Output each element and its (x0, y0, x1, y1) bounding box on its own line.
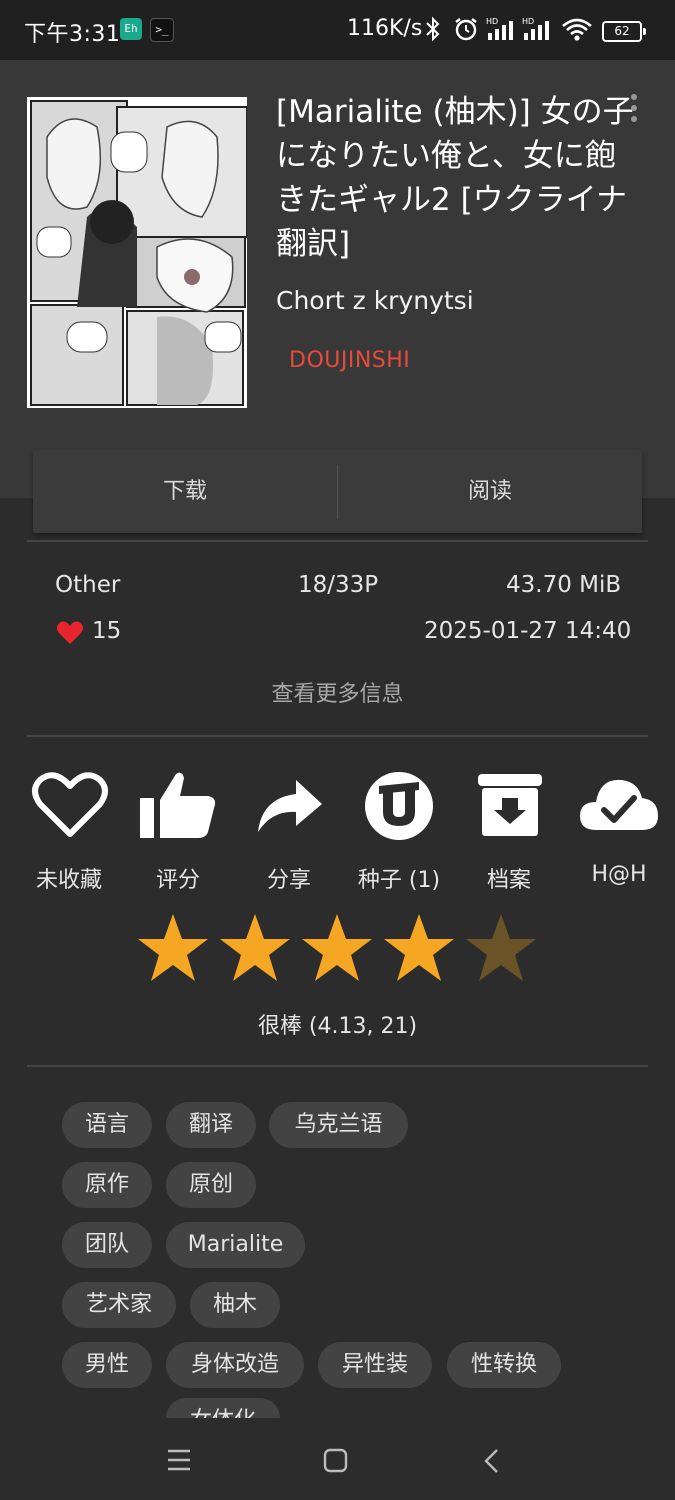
favorite-count: 15 (92, 618, 122, 644)
posted-date: 2025-01-27 14:40 (424, 618, 632, 644)
signal-1-icon: HD (486, 17, 513, 40)
svg-text:HD: HD (522, 17, 534, 26)
status-bar: 下午3:31 Eh >_ 116K/s HD HD 62 (0, 0, 675, 60)
tag-chip[interactable]: 柚木 (190, 1282, 280, 1328)
battery-indicator: 62 (602, 21, 646, 42)
archive-icon[interactable] (470, 770, 550, 840)
network-speed: 116K/s (347, 16, 423, 41)
tag-chip[interactable]: Marialite (166, 1222, 305, 1268)
tag-chip[interactable]: 女体化 (166, 1398, 280, 1418)
more-info-link[interactable]: 查看更多信息 (0, 676, 675, 708)
thumbs-up-icon[interactable] (138, 770, 218, 840)
heart-filled-icon (56, 621, 84, 644)
hath-label[interactable]: H@H (559, 862, 675, 887)
alarm-icon (455, 18, 477, 41)
gallery-cover-thumbnail[interactable] (27, 97, 247, 408)
wifi-icon (562, 18, 592, 41)
archive-label[interactable]: 档案 (449, 862, 569, 894)
star-filled-icon (220, 914, 290, 981)
divider (27, 735, 648, 737)
tag-namespace-parody[interactable]: 原作 (62, 1162, 152, 1208)
more-options-icon[interactable] (624, 94, 644, 130)
favorite-label[interactable]: 未收藏 (9, 862, 129, 894)
rate-label[interactable]: 评分 (118, 862, 238, 894)
language-value: Other (55, 572, 121, 598)
gallery-header: [Marialite (柚木)] 女の子になりたい俺と、女に飽きたギャル2 [ウ… (0, 60, 675, 498)
tag-chip[interactable]: 性转换 (447, 1342, 561, 1388)
share-arrow-icon[interactable] (252, 770, 332, 840)
star-filled-icon (138, 914, 208, 981)
home-icon[interactable] (323, 1448, 349, 1474)
signal-2-icon: HD (522, 17, 549, 40)
rating-text: 很棒 (4.13, 21) (257, 1014, 418, 1039)
ehviewer-notification-icon: Eh (120, 18, 142, 40)
uploader-name[interactable]: Chort z krynytsi (276, 286, 474, 315)
share-label[interactable]: 分享 (229, 862, 349, 894)
read-button[interactable]: 阅读 (338, 450, 642, 533)
divider (27, 1065, 648, 1067)
tag-namespace-male[interactable]: 男性 (62, 1342, 152, 1388)
heart-outline-icon[interactable] (30, 770, 110, 840)
back-icon[interactable] (482, 1448, 502, 1474)
pages-value: 18/33P (298, 572, 379, 598)
tag-chip[interactable]: 原创 (166, 1162, 256, 1208)
tag-namespace-language[interactable]: 语言 (62, 1102, 152, 1148)
status-time: 下午3:31 (24, 22, 121, 47)
tag-chip[interactable]: 乌克兰语 (269, 1102, 408, 1148)
navigation-bar (0, 1420, 675, 1500)
tag-namespace-artist[interactable]: 艺术家 (62, 1282, 176, 1328)
bluetooth-icon (426, 16, 440, 42)
tag-chip[interactable]: 翻译 (166, 1102, 256, 1148)
divider (27, 540, 648, 542)
tag-chip[interactable]: 身体改造 (166, 1342, 304, 1388)
category-label[interactable]: DOUJINSHI (289, 348, 410, 373)
file-size-value: 43.70 MiB (506, 572, 622, 598)
terminal-notification-icon: >_ (150, 18, 174, 42)
tag-chip[interactable]: 异性装 (318, 1342, 432, 1388)
download-button[interactable]: 下载 (33, 450, 337, 533)
torrent-label[interactable]: 种子 (1) (339, 862, 459, 894)
cloud-check-icon[interactable] (578, 770, 658, 840)
tag-namespace-group[interactable]: 团队 (62, 1222, 152, 1268)
torrent-icon[interactable] (359, 770, 439, 840)
star-empty-icon (466, 914, 536, 981)
star-filled-icon (302, 914, 372, 981)
menu-icon[interactable] (166, 1448, 192, 1472)
svg-text:HD: HD (486, 17, 498, 26)
gallery-title: [Marialite (柚木)] 女の子になりたい俺と、女に飽きたギャル2 [ウ… (276, 94, 634, 262)
star-filled-icon (384, 914, 454, 981)
download-read-card: 下载 阅读 (33, 450, 642, 533)
